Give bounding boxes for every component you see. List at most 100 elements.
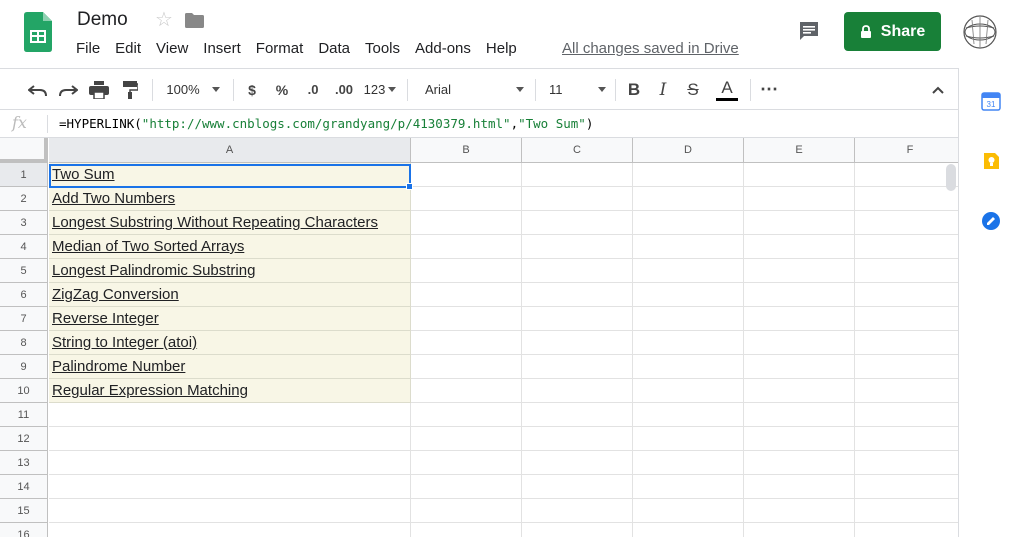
grid-cell[interactable] [411, 259, 522, 283]
grid-cell[interactable] [633, 307, 744, 331]
hyperlink-cell-text[interactable]: Two Sum [52, 166, 115, 183]
grid-cell[interactable] [744, 475, 855, 499]
currency-format-button[interactable]: $ [242, 69, 262, 110]
grid-cell[interactable] [744, 163, 855, 187]
save-status-link[interactable]: All changes saved in Drive [562, 40, 739, 57]
decrease-decimal-button[interactable]: .0 [300, 69, 326, 110]
grid-cell[interactable] [522, 259, 633, 283]
menu-edit[interactable]: Edit [115, 40, 141, 57]
menu-file[interactable]: File [76, 40, 100, 57]
star-icon[interactable]: ☆ [155, 9, 173, 31]
row-header[interactable]: 11 [0, 403, 48, 427]
hyperlink-cell-text[interactable]: Longest Substring Without Repeating Char… [52, 214, 378, 231]
grid-cell[interactable] [855, 163, 958, 187]
grid-cell[interactable] [49, 451, 411, 475]
grid-cell[interactable] [633, 187, 744, 211]
grid-cell[interactable] [744, 235, 855, 259]
grid-cell[interactable] [411, 499, 522, 523]
grid-cell[interactable] [744, 283, 855, 307]
percent-format-button[interactable]: % [272, 69, 292, 110]
grid-cell[interactable] [633, 379, 744, 403]
grid-cell[interactable] [744, 427, 855, 451]
grid-cell[interactable] [855, 235, 958, 259]
grid-cell[interactable] [633, 355, 744, 379]
paint-format-button[interactable] [118, 69, 142, 110]
more-formats-select[interactable]: 123 [361, 69, 399, 110]
more-options-button[interactable]: ⋯ [758, 69, 780, 110]
row-header[interactable]: 15 [0, 499, 48, 523]
zoom-select[interactable]: 100% [160, 69, 226, 110]
row-header[interactable]: 5 [0, 259, 48, 283]
grid-cell[interactable] [855, 211, 958, 235]
menu-data[interactable]: Data [318, 40, 350, 57]
row-header[interactable]: 12 [0, 427, 48, 451]
grid-cell[interactable] [411, 427, 522, 451]
menu-tools[interactable]: Tools [365, 40, 400, 57]
grid-cell[interactable] [522, 163, 633, 187]
grid-cell[interactable] [411, 187, 522, 211]
grid-cell[interactable] [855, 523, 958, 537]
grid-cell[interactable] [411, 211, 522, 235]
column-header-a[interactable]: A [49, 138, 411, 163]
grid-cell[interactable] [522, 355, 633, 379]
grid-cell[interactable] [744, 379, 855, 403]
grid-cell[interactable] [49, 523, 411, 537]
grid-cell[interactable] [411, 475, 522, 499]
grid-cell[interactable] [522, 403, 633, 427]
user-avatar[interactable] [962, 14, 998, 50]
hyperlink-cell-text[interactable]: ZigZag Conversion [52, 286, 179, 303]
grid-cell[interactable] [855, 355, 958, 379]
sheets-logo-icon[interactable] [24, 12, 52, 52]
grid-cell[interactable] [633, 475, 744, 499]
grid-cell[interactable] [855, 307, 958, 331]
grid-cell[interactable] [522, 451, 633, 475]
hyperlink-cell-text[interactable]: Regular Expression Matching [52, 382, 248, 399]
grid-cell[interactable] [744, 451, 855, 475]
row-header[interactable]: 13 [0, 451, 48, 475]
grid-cell[interactable]: Add Two Numbers [49, 187, 411, 211]
grid-cell[interactable]: Palindrome Number [49, 355, 411, 379]
grid-cell[interactable] [744, 499, 855, 523]
strikethrough-button[interactable]: S [683, 69, 703, 110]
share-button[interactable]: Share [844, 12, 941, 51]
row-header[interactable]: 16 [0, 523, 48, 537]
hyperlink-cell-text[interactable]: Median of Two Sorted Arrays [52, 238, 244, 255]
font-size-select[interactable]: 11 [544, 69, 606, 110]
grid-cell[interactable]: Median of Two Sorted Arrays [49, 235, 411, 259]
grid-cell[interactable]: Longest Substring Without Repeating Char… [49, 211, 411, 235]
grid-cell[interactable] [855, 403, 958, 427]
grid-cell[interactable] [522, 379, 633, 403]
calendar-icon[interactable]: 31 [981, 91, 1001, 111]
comment-icon[interactable] [798, 20, 820, 42]
grid-cell[interactable]: Reverse Integer [49, 307, 411, 331]
grid-cell[interactable] [411, 307, 522, 331]
font-family-select[interactable]: Arial [420, 69, 524, 110]
grid-cell[interactable] [633, 499, 744, 523]
grid-cell[interactable] [49, 427, 411, 451]
grid-cell[interactable]: ZigZag Conversion [49, 283, 411, 307]
menu-view[interactable]: View [156, 40, 188, 57]
grid-cell[interactable] [633, 211, 744, 235]
text-color-button[interactable]: A [714, 69, 740, 110]
row-header[interactable]: 3 [0, 211, 48, 235]
italic-button[interactable]: I [653, 69, 673, 110]
grid-cell[interactable] [633, 523, 744, 537]
hyperlink-cell-text[interactable]: Palindrome Number [52, 358, 185, 375]
tasks-icon[interactable] [981, 211, 1001, 231]
hyperlink-cell-text[interactable]: Add Two Numbers [52, 190, 175, 207]
grid-cell[interactable] [633, 259, 744, 283]
collapse-toolbar-button[interactable] [928, 69, 948, 110]
grid-cell[interactable] [744, 403, 855, 427]
undo-button[interactable] [26, 69, 50, 110]
grid-cell[interactable] [411, 283, 522, 307]
print-button[interactable] [87, 69, 111, 110]
grid-cell[interactable] [411, 355, 522, 379]
document-title[interactable]: Demo [77, 9, 128, 31]
grid-cell[interactable] [855, 187, 958, 211]
grid-cell[interactable] [855, 499, 958, 523]
grid-cell[interactable] [633, 163, 744, 187]
grid-cell[interactable] [522, 307, 633, 331]
menu-insert[interactable]: Insert [203, 40, 241, 57]
column-header-d[interactable]: D [633, 138, 744, 163]
column-header-b[interactable]: B [411, 138, 522, 163]
